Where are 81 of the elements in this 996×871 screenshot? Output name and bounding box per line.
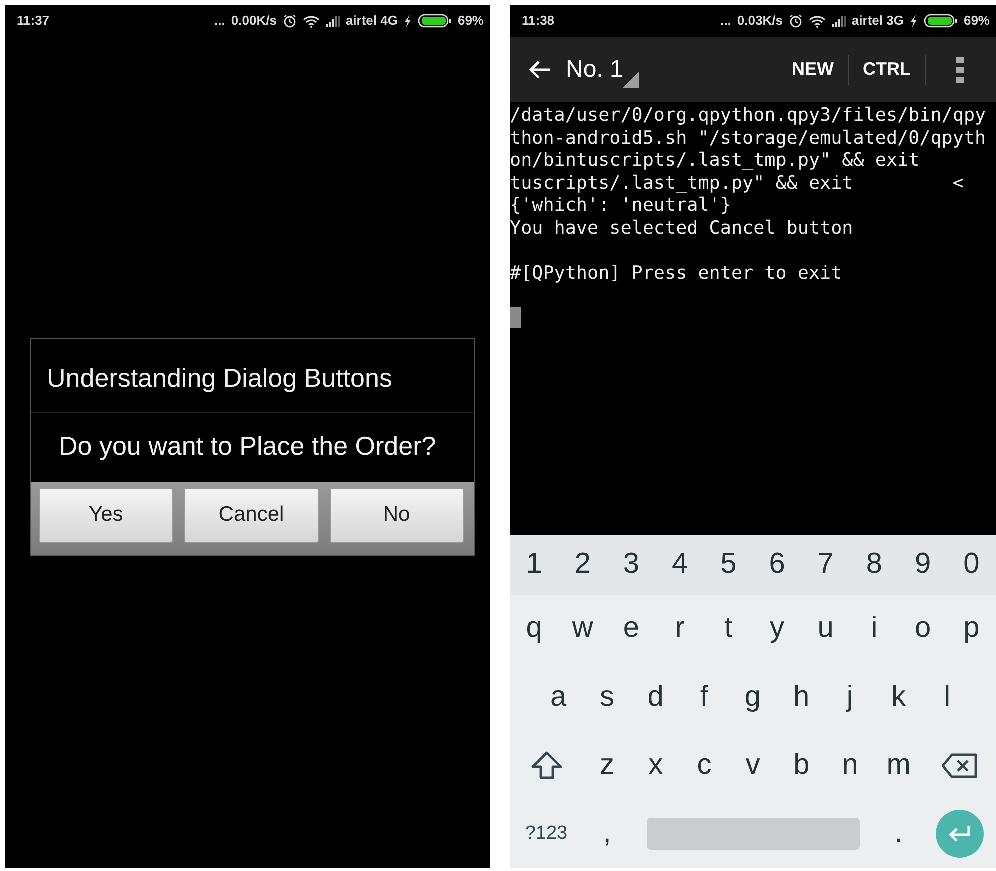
keyboard-key[interactable]: r [656,595,704,664]
keyboard-key[interactable]: a [534,663,583,732]
wifi-icon [302,14,320,28]
alarm-clock-icon [788,14,803,28]
status-dots: ... [214,12,226,30]
keyboard-key[interactable]: 0 [947,535,996,595]
network-name: airtel 4G [346,12,398,30]
keyboard-key[interactable]: j [826,663,874,732]
keyboard-key[interactable]: o [898,595,948,664]
keyboard-key[interactable]: w [558,595,608,664]
keyboard-key[interactable]: 2 [558,535,608,595]
battery-percent: 69% [458,12,484,30]
keyboard-key[interactable]: t [704,595,753,664]
keyboard-key[interactable]: k [874,663,924,732]
terminal-prompt: #[QPython] Press enter to exit [510,262,842,285]
keyboard-key[interactable]: 4 [656,535,704,595]
terminal-line: You have selected Cancel button [510,218,854,240]
overflow-menu-icon[interactable] [956,56,964,82]
terminal-line: thon-android5.sh "/storage/emulated/0/qpyth [510,128,986,150]
keyboard-key[interactable]: s [582,663,632,732]
session-title[interactable]: No. 1 [566,52,624,88]
terminal-line: on/bintuscripts/.last_tmp.py" && exit [510,150,920,172]
battery-icon [924,14,958,28]
dialog-button[interactable]: Cancel [184,488,319,542]
corner-triangle-icon[interactable] [623,72,640,88]
keyboard-key[interactable]: b [777,732,826,800]
terminal-line: {'which': 'neutral'} [510,195,732,218]
keyboard-key[interactable]: q [510,595,559,664]
network-speed: 0.03K/s [737,12,783,30]
keyboard-key[interactable]: 1 [510,535,559,595]
dialog-message: Do you want to Place the Order? [58,430,438,462]
dialog-button[interactable]: No [330,488,464,542]
keyboard-key[interactable]: z [583,732,632,800]
dialog-button[interactable]: Yes [39,488,174,542]
battery-icon [418,14,452,28]
status-time: 11:37 [17,12,50,30]
keyboard-key[interactable]: d [631,663,680,732]
keyboard-key[interactable]: h [777,663,826,732]
toolbar-action[interactable]: NEW [778,56,848,83]
terminal-line: /data/user/0/org.qpython.qpy3/files/bin/qpy [510,105,986,128]
status-dots: ... [720,12,732,30]
status-time: 11:38 [522,12,555,30]
keyboard-key[interactable]: 6 [752,535,802,595]
terminal-cursor [510,307,521,328]
network-speed: 0.00K/s [231,12,277,30]
keyboard-key[interactable]: p [947,595,996,664]
keyboard-key[interactable]: v [728,732,778,800]
keyboard-key[interactable]: m [874,732,924,800]
keyboard-key[interactable]: 8 [850,535,899,595]
wifi-icon [808,14,826,28]
keyboard-key[interactable]: 9 [898,535,948,595]
terminal-line: tuscripts/.last_tmp.py" && exit < [510,172,964,195]
keyboard-key[interactable]: c [680,732,729,800]
signal-icon [326,16,340,26]
keyboard-key[interactable]: . [874,800,924,868]
keyboard-key[interactable]: u [802,595,850,664]
keyboard-key[interactable]: f [680,663,729,732]
battery-percent: 69% [964,12,990,30]
lightning-icon [404,14,412,28]
keyboard-key[interactable]: i [850,595,899,664]
keyboard-key[interactable]: e [607,595,656,664]
symbols-key[interactable]: ?123 [510,800,583,868]
backspace-icon[interactable] [942,752,978,779]
network-name: airtel 3G [852,12,904,30]
keyboard-key[interactable]: 7 [802,535,850,595]
keyboard-key[interactable]: g [728,663,778,732]
keyboard-key[interactable]: x [632,732,680,800]
lightning-icon [910,14,918,28]
signal-icon [832,16,846,26]
return-arrow-icon [948,824,972,843]
keyboard-key[interactable]: 3 [607,535,656,595]
shift-icon[interactable] [530,750,562,781]
keyboard-key[interactable]: , [583,800,632,868]
keyboard-key[interactable]: n [826,732,875,800]
back-arrow-icon[interactable] [528,60,552,80]
keyboard-key[interactable]: y [752,595,802,664]
alarm-clock-icon [282,14,297,28]
dialog-title: Understanding Dialog Buttons [31,338,474,412]
toolbar-action[interactable]: CTRL [849,56,925,83]
keyboard-key[interactable]: 5 [704,535,753,595]
keyboard-key[interactable]: l [923,663,972,732]
